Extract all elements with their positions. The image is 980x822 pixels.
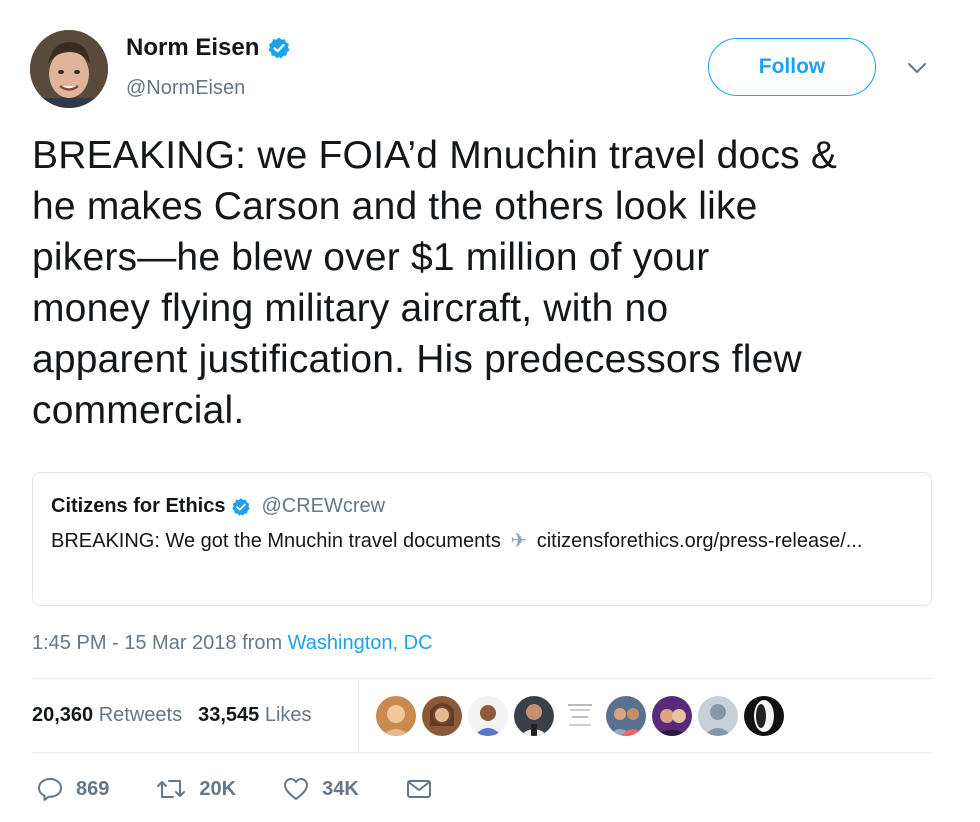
tweet-timestamp: 1:45 PM - 15 Mar 2018 from Washington, D… bbox=[32, 632, 433, 655]
liker-avatar[interactable] bbox=[744, 696, 784, 736]
retweet-icon bbox=[155, 776, 187, 802]
tweet-time: 1:45 PM - 15 Mar 2018 from bbox=[32, 632, 288, 654]
likes-label: Likes bbox=[264, 704, 312, 726]
liker-avatar[interactable] bbox=[698, 696, 738, 736]
liker-avatar[interactable] bbox=[376, 696, 416, 736]
liker-avatar[interactable] bbox=[422, 696, 462, 736]
heart-icon bbox=[282, 776, 310, 802]
tweet-stats: 20,360 Retweets 33,545 Likes bbox=[32, 704, 312, 727]
author-handle[interactable]: @NormEisen bbox=[126, 77, 245, 100]
reply-count: 869 bbox=[76, 777, 110, 800]
retweets-stat[interactable]: 20,360 Retweets bbox=[32, 704, 182, 727]
retweets-count: 20,360 bbox=[32, 704, 94, 726]
liker-avatar[interactable] bbox=[514, 696, 554, 736]
like-count: 34K bbox=[322, 777, 359, 800]
likes-count: 33,545 bbox=[198, 704, 260, 726]
reply-button[interactable]: 869 bbox=[36, 776, 109, 802]
follow-button[interactable]: Follow bbox=[708, 38, 876, 96]
liker-avatar[interactable] bbox=[468, 696, 508, 736]
divider bbox=[32, 752, 932, 753]
quoted-author-handle: @CREWcrew bbox=[261, 495, 386, 517]
quoted-author-name: Citizens for Ethics bbox=[51, 495, 226, 517]
display-name[interactable]: Norm Eisen bbox=[126, 34, 291, 62]
reply-icon bbox=[36, 776, 64, 802]
stats-divider bbox=[358, 680, 359, 752]
quoted-link: citizensforethics.org/press-release/... bbox=[536, 530, 863, 552]
retweet-count: 20K bbox=[199, 777, 237, 800]
like-button[interactable]: 34K bbox=[282, 776, 359, 802]
divider bbox=[32, 678, 932, 679]
likes-stat[interactable]: 33,545 Likes bbox=[198, 704, 311, 727]
verified-badge-icon bbox=[231, 497, 251, 517]
quoted-tweet-text: BREAKING: We got the Mnuchin travel docu… bbox=[51, 526, 871, 557]
liker-avatar[interactable] bbox=[606, 696, 646, 736]
avatar-portrait bbox=[30, 30, 108, 108]
tweet-text: BREAKING: we FOIA’d Mnuchin travel docs … bbox=[32, 134, 838, 432]
verified-badge-icon bbox=[267, 36, 291, 60]
airplane-icon: ✈ bbox=[510, 530, 528, 552]
action-bar: 869 20K 34K bbox=[36, 776, 479, 802]
location-link[interactable]: Washington, DC bbox=[288, 632, 433, 654]
liker-avatars bbox=[376, 696, 784, 736]
display-name-text: Norm Eisen bbox=[126, 34, 260, 61]
quoted-tweet-card[interactable]: Citizens for Ethics @CREWcrew BREAKING: … bbox=[32, 472, 932, 606]
liker-avatar[interactable] bbox=[560, 696, 600, 736]
quoted-text-main: BREAKING: We got the Mnuchin travel docu… bbox=[51, 530, 501, 552]
direct-message-button[interactable] bbox=[405, 777, 433, 801]
avatar[interactable] bbox=[30, 30, 108, 108]
envelope-icon bbox=[405, 777, 433, 801]
chevron-down-icon[interactable] bbox=[906, 60, 928, 76]
retweets-label: Retweets bbox=[98, 704, 183, 726]
retweet-button[interactable]: 20K bbox=[155, 776, 236, 802]
liker-avatar[interactable] bbox=[652, 696, 692, 736]
